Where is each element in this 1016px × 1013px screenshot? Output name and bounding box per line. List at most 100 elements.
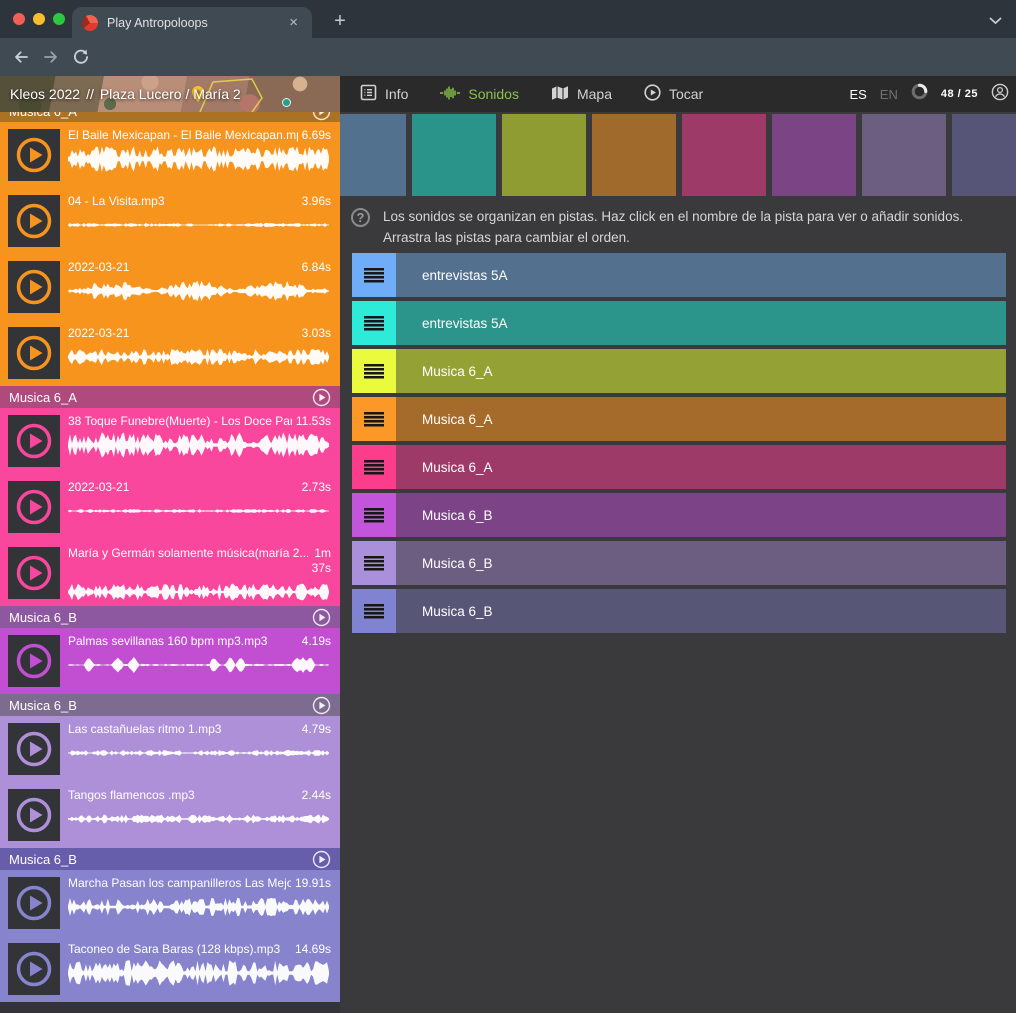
audio-clip[interactable]: Marcha Pasan los campanilleros Las Mejor… (0, 870, 340, 936)
track-drag-handle[interactable] (352, 493, 396, 537)
drag-grip-icon (364, 556, 384, 571)
track-color-swatch[interactable] (592, 114, 676, 196)
track-drag-handle[interactable] (352, 253, 396, 297)
section-play-icon[interactable] (312, 608, 331, 627)
audio-clip[interactable]: María y Germán solamente música(maría 2.… (0, 540, 340, 606)
clip-duration: 2.44s (302, 788, 331, 803)
clip-section-header[interactable]: Musica 6_A (0, 386, 340, 408)
track-drag-handle[interactable] (352, 589, 396, 633)
track-row[interactable]: Musica 6_A (352, 397, 1006, 441)
clip-play-button[interactable] (8, 635, 60, 687)
clip-play-button[interactable] (8, 195, 60, 247)
tab-mapa[interactable]: Mapa (551, 85, 612, 104)
audio-clip[interactable]: El Baile Mexicapan - El Baile Mexicapan.… (0, 122, 340, 188)
section-play-icon[interactable] (312, 696, 331, 715)
account-icon[interactable] (991, 83, 1009, 106)
clip-info: 04 - La Visita.mp33.96s (68, 188, 331, 239)
track-color-swatch[interactable] (682, 114, 766, 196)
reload-button[interactable] (66, 42, 96, 72)
clip-info: Las castañuelas ritmo 1.mp34.79s (68, 716, 331, 767)
track-color-swatch[interactable] (412, 114, 496, 196)
lang-en-button[interactable]: EN (880, 87, 898, 102)
track-color-swatch[interactable] (862, 114, 946, 196)
clip-play-button[interactable] (8, 327, 60, 379)
map-thumbnail[interactable]: Kleos 2022//Plaza Lucero / María 2 (0, 76, 340, 112)
new-tab-button[interactable]: + (326, 8, 354, 36)
audio-waveform (68, 343, 331, 371)
track-drag-handle[interactable] (352, 445, 396, 489)
audio-clip[interactable]: Tangos flamencos .mp32.44s (0, 782, 340, 848)
section-play-icon[interactable] (312, 850, 331, 869)
tab-tocar[interactable]: Tocar (644, 84, 703, 104)
track-name[interactable]: Musica 6_B (396, 541, 1006, 585)
clip-play-button[interactable] (8, 129, 60, 181)
audio-waveform (68, 739, 331, 767)
track-row[interactable]: Musica 6_B (352, 541, 1006, 585)
clip-info: 2022-03-212.73s (68, 474, 331, 525)
clip-section-header[interactable]: Musica 6_B (0, 848, 340, 870)
clip-play-button[interactable] (8, 481, 60, 533)
clip-play-button[interactable] (8, 723, 60, 775)
audio-clip[interactable]: 2022-03-216.84s (0, 254, 340, 320)
tab-info-label: Info (385, 86, 408, 102)
track-name[interactable]: Musica 6_B (396, 493, 1006, 537)
tab-sonidos[interactable]: Sonidos (440, 85, 519, 104)
clip-title: 38 Toque Funebre(Muerte) - Los Doce Par.… (68, 414, 292, 429)
track-name[interactable]: Musica 6_A (396, 349, 1006, 393)
track-row[interactable]: Musica 6_A (352, 349, 1006, 393)
clip-title: 2022-03-21 (68, 326, 298, 341)
minimize-window-button[interactable] (33, 13, 45, 25)
tab-close-icon[interactable]: × (285, 13, 302, 32)
track-name[interactable]: Musica 6_B (396, 589, 1006, 633)
audio-clip[interactable]: 38 Toque Funebre(Muerte) - Los Doce Par.… (0, 408, 340, 474)
track-row[interactable]: Musica 6_B (352, 493, 1006, 537)
audio-clip[interactable]: 2022-03-21 3.03s (0, 320, 340, 386)
audio-clip[interactable]: 04 - La Visita.mp33.96s (0, 188, 340, 254)
track-row[interactable]: Musica 6_A (352, 445, 1006, 489)
audio-clip[interactable]: 2022-03-212.73s (0, 474, 340, 540)
clip-duration: 4.19s (302, 634, 331, 649)
clip-play-button[interactable] (8, 415, 60, 467)
track-drag-handle[interactable] (352, 349, 396, 393)
clip-play-button[interactable] (8, 943, 60, 995)
track-color-swatch[interactable] (772, 114, 856, 196)
clip-play-button[interactable] (8, 877, 60, 929)
track-name[interactable]: Musica 6_A (396, 397, 1006, 441)
track-name[interactable]: Musica 6_A (396, 445, 1006, 489)
back-button[interactable] (6, 42, 36, 72)
track-drag-handle[interactable] (352, 301, 396, 345)
forward-button[interactable] (36, 42, 66, 72)
tab-search-chevron-icon[interactable] (989, 12, 1002, 30)
clip-duration: 3.96s (302, 194, 331, 209)
track-name[interactable]: entrevistas 5A (396, 253, 1006, 297)
clip-section-header[interactable]: Musica 6_A (0, 112, 340, 122)
track-row[interactable]: entrevistas 5A (352, 253, 1006, 297)
track-row[interactable]: Musica 6_B (352, 589, 1006, 633)
track-color-swatch[interactable] (952, 114, 1016, 196)
drag-grip-icon (364, 604, 384, 619)
section-play-icon[interactable] (312, 112, 331, 121)
track-color-swatch[interactable] (502, 114, 586, 196)
close-window-button[interactable] (13, 13, 25, 25)
track-row[interactable]: entrevistas 5A (352, 301, 1006, 345)
track-drag-handle[interactable] (352, 397, 396, 441)
audio-clip[interactable]: Taconeo de Sara Baras (128 kbps).mp314.6… (0, 936, 340, 1002)
maximize-window-button[interactable] (53, 13, 65, 25)
tab-mapa-label: Mapa (577, 86, 612, 102)
track-drag-handle[interactable] (352, 541, 396, 585)
audio-clip[interactable]: Palmas sevillanas 160 bpm mp3.mp34.19s (0, 628, 340, 694)
clip-section-header[interactable]: Musica 6_B (0, 694, 340, 716)
clip-info: 38 Toque Funebre(Muerte) - Los Doce Par.… (68, 408, 331, 459)
section-play-icon[interactable] (312, 388, 331, 407)
tab-info[interactable]: Info (360, 84, 408, 104)
clip-play-button[interactable] (8, 789, 60, 841)
audio-clip[interactable]: Las castañuelas ritmo 1.mp34.79s (0, 716, 340, 782)
clip-section-header[interactable]: Musica 6_B (0, 606, 340, 628)
lang-es-button[interactable]: ES (849, 87, 866, 102)
browser-tab[interactable]: Play Antropoloops × (72, 7, 312, 38)
track-name[interactable]: entrevistas 5A (396, 301, 1006, 345)
clip-play-button[interactable] (8, 547, 60, 599)
clip-duration: 3.03s (302, 326, 331, 341)
clip-play-button[interactable] (8, 261, 60, 313)
clip-info: Marcha Pasan los campanilleros Las Mejor… (68, 870, 331, 921)
